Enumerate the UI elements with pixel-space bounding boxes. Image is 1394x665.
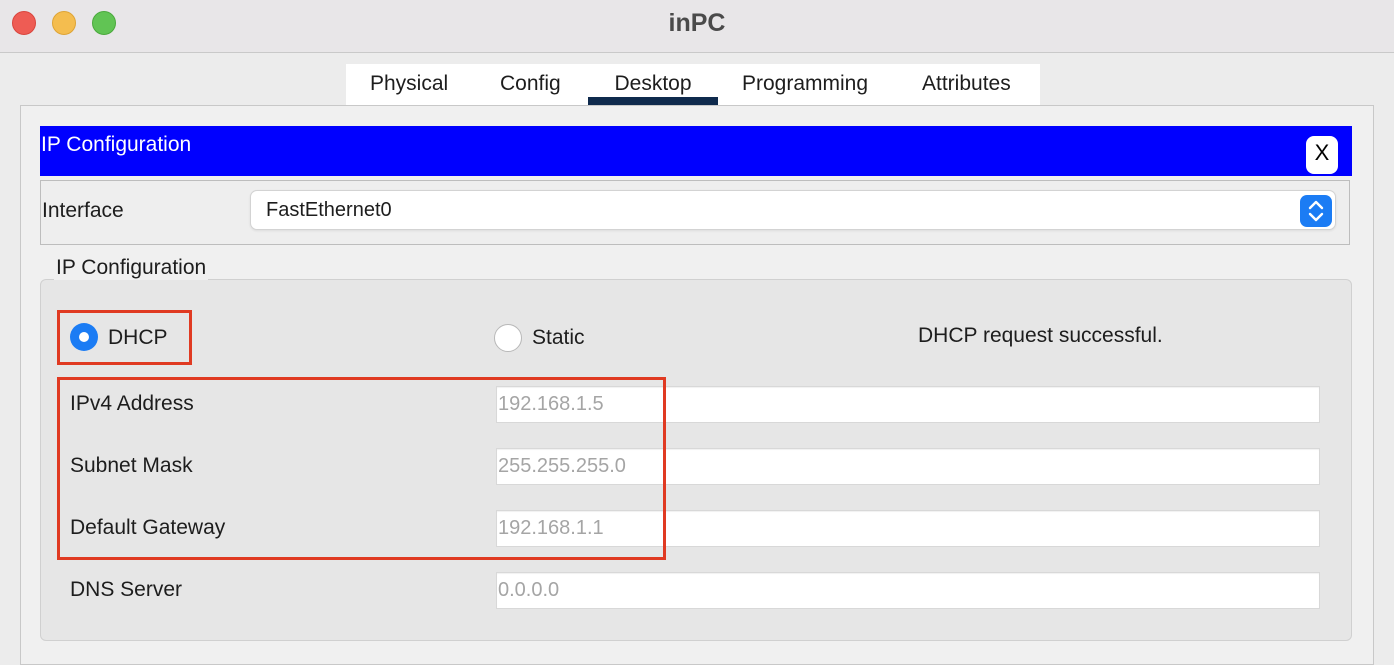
static-radio-label[interactable]: Static bbox=[532, 326, 585, 350]
app-header-bar bbox=[40, 126, 1352, 176]
dhcp-highlight-box bbox=[57, 310, 192, 365]
dhcp-status-message: DHCP request successful. bbox=[918, 324, 1163, 347]
app-title: IP Configuration bbox=[41, 133, 192, 156]
interface-label: Interface bbox=[42, 199, 124, 222]
close-app-button[interactable]: X bbox=[1306, 136, 1338, 174]
tab-attributes[interactable]: Attributes bbox=[922, 64, 1011, 105]
tab-desktop[interactable]: Desktop bbox=[588, 64, 718, 105]
dns-server-field[interactable] bbox=[496, 572, 1320, 609]
static-radio[interactable] bbox=[494, 324, 522, 352]
ip-config-group-title: IP Configuration bbox=[54, 256, 209, 280]
tab-bar: Physical Config Desktop Programming Attr… bbox=[346, 64, 1040, 105]
interface-select[interactable] bbox=[250, 190, 1336, 230]
interface-select-value: FastEthernet0 bbox=[266, 199, 392, 221]
tab-programming[interactable]: Programming bbox=[742, 64, 868, 105]
updown-chevron-icon-glyph bbox=[1308, 200, 1324, 222]
window-title: inPC bbox=[668, 9, 726, 37]
dns-server-label: DNS Server bbox=[70, 578, 183, 601]
tab-config[interactable]: Config bbox=[500, 64, 561, 105]
address-fields-highlight-box bbox=[57, 377, 666, 560]
dns-server-value: 0.0.0.0 bbox=[498, 579, 560, 601]
updown-chevron-icon[interactable] bbox=[1300, 195, 1332, 227]
tab-physical[interactable]: Physical bbox=[370, 64, 448, 105]
